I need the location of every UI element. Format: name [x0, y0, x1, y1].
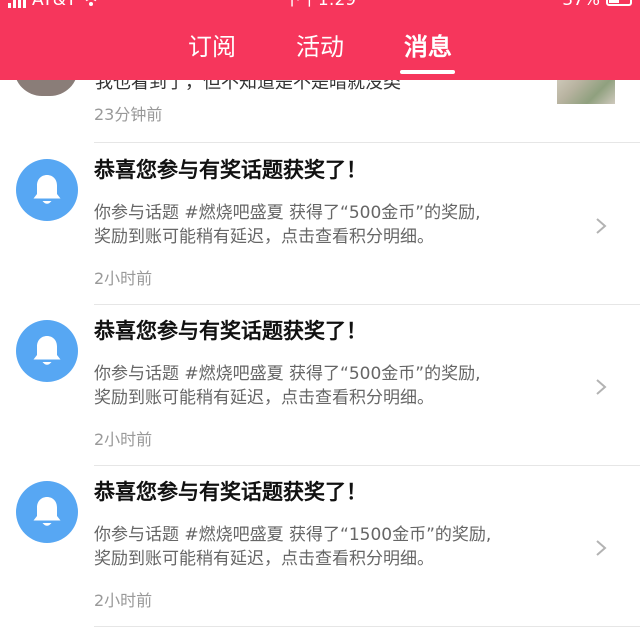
divider [94, 626, 640, 627]
bell-icon [33, 497, 61, 526]
notification-item[interactable]: 恭喜您参与有奖话题获奖了！ 你参与话题 #燃烧吧盛夏 获得了“1500金币”的奖… [0, 467, 640, 627]
notification-title: 恭喜您参与有奖话题获奖了！ [94, 319, 367, 343]
tab-subscribe[interactable]: 订阅 [170, 26, 254, 74]
notification-time: 2小时前 [94, 430, 153, 449]
message-time: 23分钟前 [94, 105, 163, 124]
notification-time: 2小时前 [94, 591, 153, 610]
notification-body-line: 你参与话题 #燃烧吧盛夏 获得了“1500金币”的奖励, [94, 525, 492, 545]
notification-body-line: 奖励到账可能稍有延迟，点击查看积分明细。 [94, 549, 434, 569]
chevron-right-icon [596, 540, 607, 556]
bell-avatar [16, 320, 78, 382]
bell-icon [33, 336, 61, 365]
chevron-right-icon [596, 379, 607, 395]
bell-icon [33, 175, 61, 204]
status-time: 下午1:29 [283, 0, 357, 10]
top-nav-bar: AT&T 下午1:29 37% 订阅 活动 消息 [0, 0, 640, 80]
divider [94, 304, 640, 305]
message-list[interactable]: 我也看到了，但不知道是不是暗就没类 23分钟前 恭喜您参与有奖话题获奖了！ 你参… [0, 0, 640, 640]
notification-title: 恭喜您参与有奖话题获奖了！ [94, 480, 367, 504]
status-right: 37% [562, 0, 632, 10]
battery-icon [606, 0, 632, 6]
notification-body-line: 你参与话题 #燃烧吧盛夏 获得了“500金币”的奖励, [94, 364, 481, 384]
notification-time: 2小时前 [94, 269, 153, 288]
tab-bar: 订阅 活动 消息 [0, 26, 640, 74]
notification-body-line: 奖励到账可能稍有延迟，点击查看积分明细。 [94, 227, 434, 247]
notification-body: 你参与话题 #燃烧吧盛夏 获得了“1500金币”的奖励, 奖励到账可能稍有延迟，… [94, 523, 574, 571]
app-screen: 我也看到了，但不知道是不是暗就没类 23分钟前 恭喜您参与有奖话题获奖了！ 你参… [0, 0, 640, 640]
battery-percent: 37% [562, 0, 600, 10]
notification-title: 恭喜您参与有奖话题获奖了！ [94, 158, 367, 182]
divider [94, 465, 640, 466]
chevron-right-icon [596, 218, 607, 234]
notification-item[interactable]: 恭喜您参与有奖话题获奖了！ 你参与话题 #燃烧吧盛夏 获得了“500金币”的奖励… [0, 306, 640, 466]
notification-body: 你参与话题 #燃烧吧盛夏 获得了“500金币”的奖励, 奖励到账可能稍有延迟，点… [94, 362, 574, 410]
tab-activity[interactable]: 活动 [278, 26, 362, 74]
active-tab-indicator [400, 70, 455, 74]
notification-body-line: 你参与话题 #燃烧吧盛夏 获得了“500金币”的奖励, [94, 203, 481, 223]
bell-avatar [16, 159, 78, 221]
notification-body: 你参与话题 #燃烧吧盛夏 获得了“500金币”的奖励, 奖励到账可能稍有延迟，点… [94, 201, 574, 249]
status-bar: AT&T 下午1:29 37% [0, 0, 640, 10]
tab-messages[interactable]: 消息 [386, 26, 470, 74]
notification-body-line: 奖励到账可能稍有延迟，点击查看积分明细。 [94, 388, 434, 408]
notification-item[interactable]: 恭喜您参与有奖话题获奖了！ 你参与话题 #燃烧吧盛夏 获得了“500金币”的奖励… [0, 145, 640, 305]
divider [94, 142, 640, 143]
bell-avatar [16, 481, 78, 543]
